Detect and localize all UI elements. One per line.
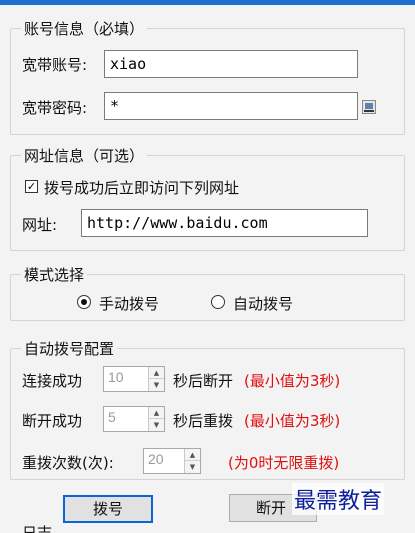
log-label: 日志 xyxy=(22,524,53,533)
disconnect-after-label: 秒后断开 xyxy=(173,372,234,390)
keyboard-icon[interactable] xyxy=(362,100,376,114)
watermark: 最需教育 xyxy=(292,483,385,515)
spinner-up-icon[interactable]: ▲ xyxy=(185,449,200,461)
password-field[interactable]: * xyxy=(104,92,358,120)
redial-delay-value[interactable]: 5 xyxy=(108,409,116,425)
visit-url-checkbox[interactable]: ✓ xyxy=(25,180,38,193)
manual-dial-label[interactable]: 手动拨号 xyxy=(99,293,159,314)
redial-delay-spinner[interactable]: 5 ▲ ▼ xyxy=(103,406,165,432)
redial-count-spinner[interactable]: 20 ▲ ▼ xyxy=(143,448,201,474)
manual-dial-radio[interactable] xyxy=(77,295,91,309)
username-label: 宽带账号: xyxy=(22,56,88,74)
username-field[interactable]: xiao xyxy=(104,50,358,78)
redial-count-label: 重拨次数(次): xyxy=(22,454,114,472)
password-label: 宽带密码: xyxy=(22,99,88,117)
mode-legend: 模式选择 xyxy=(21,264,88,285)
connect-success-label: 连接成功 xyxy=(22,372,83,390)
visit-url-checkbox-label[interactable]: 拨号成功后立即访问下列网址 xyxy=(44,177,239,198)
min-value-hint-2: (最小值为3秒) xyxy=(244,412,341,430)
dial-button[interactable]: 拨号 xyxy=(63,495,153,523)
spinner-down-icon[interactable]: ▼ xyxy=(149,379,164,391)
auto-dial-label[interactable]: 自动拨号 xyxy=(233,293,293,314)
auto-dial-legend: 自动拨号配置 xyxy=(21,338,118,359)
disconnect-delay-spinner[interactable]: 10 ▲ ▼ xyxy=(103,366,165,392)
url-legend: 网址信息（可选） xyxy=(21,145,148,166)
title-bar xyxy=(0,0,415,5)
auto-dial-radio[interactable] xyxy=(211,295,225,309)
spinner-down-icon[interactable]: ▼ xyxy=(149,419,164,431)
disconnect-success-label: 断开成功 xyxy=(22,412,83,430)
url-label: 网址: xyxy=(22,216,58,234)
redial-after-label: 秒后重拨 xyxy=(173,412,234,430)
spinner-down-icon[interactable]: ▼ xyxy=(185,461,200,473)
disconnect-delay-value[interactable]: 10 xyxy=(108,369,124,385)
url-field[interactable]: http://www.baidu.com xyxy=(81,209,368,237)
infinite-redial-hint: (为0时无限重拨) xyxy=(228,454,340,472)
spinner-up-icon[interactable]: ▲ xyxy=(149,367,164,379)
account-legend: 账号信息（必填） xyxy=(21,18,148,39)
spinner-up-icon[interactable]: ▲ xyxy=(149,407,164,419)
redial-count-value[interactable]: 20 xyxy=(148,451,164,467)
mode-group: 模式选择 xyxy=(10,264,405,321)
min-value-hint-1: (最小值为3秒) xyxy=(244,372,341,390)
